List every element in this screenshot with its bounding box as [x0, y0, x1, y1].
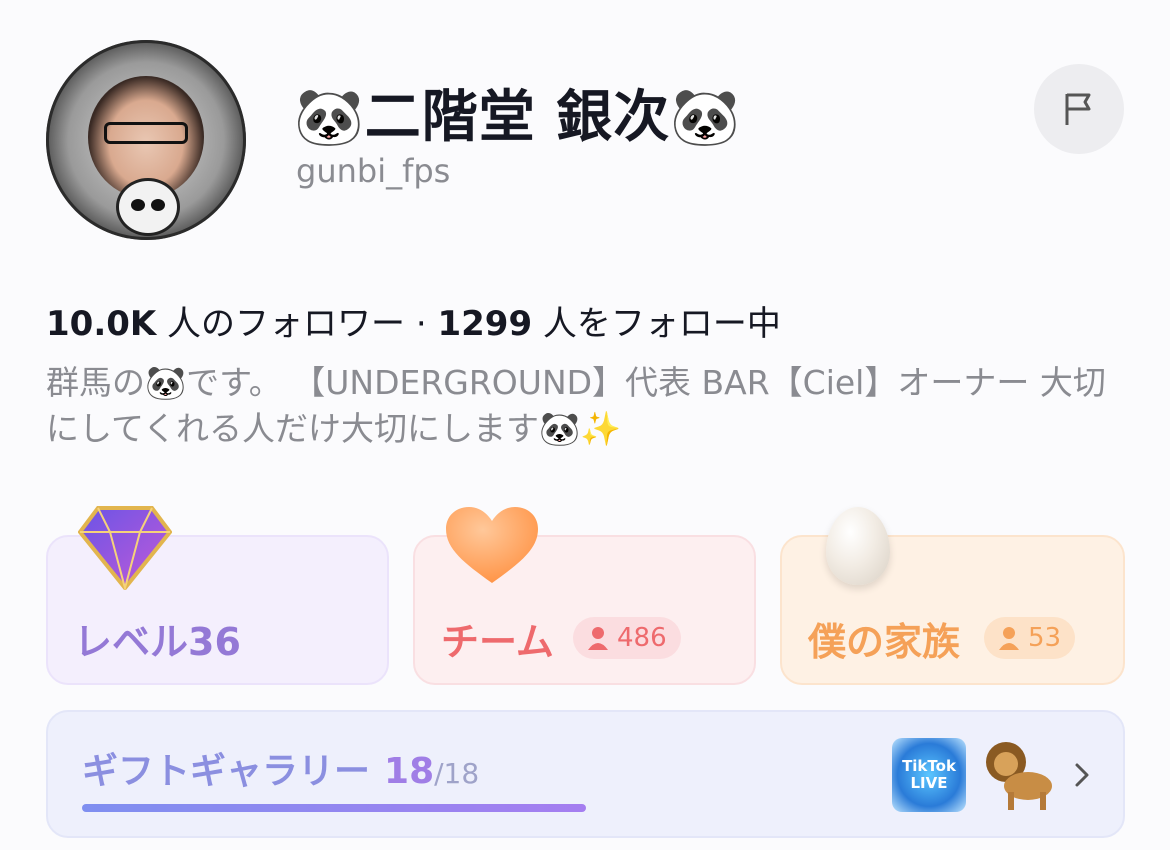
family-label: 僕の家族 — [808, 620, 961, 664]
gift-gallery-title: ギフトギャラリー 18/18 — [82, 742, 479, 794]
profile-name: 🐼二階堂 銀次🐼 — [294, 85, 741, 150]
follow-stats: 10.0K 人のフォロワー · 1299 人をフォロー中 — [46, 296, 781, 345]
glasses-graphic — [104, 122, 188, 144]
egg-icon — [826, 507, 890, 585]
person-icon — [999, 627, 1019, 650]
family-member-count: 53 — [984, 617, 1076, 659]
avatar[interactable] — [46, 40, 246, 240]
gift-gallery-progress — [82, 804, 586, 812]
panda-emblem-icon — [116, 178, 180, 236]
team-label: チーム — [441, 620, 554, 664]
following-count[interactable]: 1299 — [437, 304, 532, 344]
report-button[interactable] — [1034, 64, 1124, 154]
tiktok-live-gift-icon: TikTok LIVE — [892, 738, 966, 812]
lion-gift-icon — [986, 742, 1052, 810]
gift-gallery-count: 18 — [384, 751, 435, 792]
followers-label: 人のフォロワー · — [156, 304, 438, 344]
flag-icon — [1065, 93, 1091, 125]
heart-icon — [446, 507, 538, 583]
team-count-value: 486 — [617, 623, 667, 653]
diamond-icon — [78, 506, 172, 590]
gift-gallery-label: ギフトギャラリー — [82, 751, 371, 792]
live-badge-text: TikTok LIVE — [902, 757, 956, 792]
family-count-value: 53 — [1028, 623, 1062, 653]
gift-gallery-row[interactable]: ギフトギャラリー 18/18 TikTok LIVE — [46, 710, 1125, 838]
level-label: レベル36 — [74, 620, 241, 664]
gift-gallery-total: /18 — [434, 757, 480, 790]
profile-handle: gunbi_fps — [296, 152, 451, 190]
team-member-count: 486 — [573, 617, 681, 659]
person-icon — [588, 627, 608, 650]
followers-count[interactable]: 10.0K — [46, 304, 156, 344]
following-label: 人をフォロー中 — [532, 304, 781, 344]
profile-bio: 群馬の🐼です。 【UNDERGROUND】代表 BAR【Ciel】オーナー 大切… — [46, 363, 1106, 448]
chevron-right-icon[interactable] — [1072, 760, 1092, 790]
